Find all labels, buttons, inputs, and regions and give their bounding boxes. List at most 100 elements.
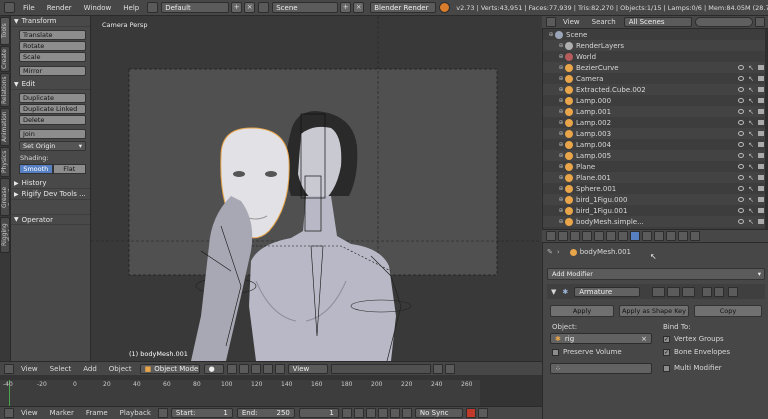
- renderable-camera-icon[interactable]: [758, 208, 764, 213]
- renderable-camera-icon[interactable]: [758, 120, 764, 125]
- layers-grid[interactable]: [330, 363, 431, 374]
- outliner-row[interactable]: ⊕ bird_1Figu.000 ↖: [543, 194, 768, 205]
- scene-tab-icon[interactable]: [582, 231, 592, 241]
- mirror-button[interactable]: Mirror: [19, 66, 86, 76]
- jump-start-icon[interactable]: [341, 408, 352, 418]
- selectable-cursor-icon[interactable]: ↖: [748, 75, 754, 83]
- clear-icon[interactable]: ×: [641, 335, 647, 343]
- snap-icon[interactable]: [432, 363, 443, 374]
- expand-icon[interactable]: ⊕: [557, 97, 565, 104]
- menu-search[interactable]: Search: [586, 18, 622, 26]
- renderable-camera-icon[interactable]: [758, 175, 764, 180]
- display-mode-select[interactable]: All Scenes: [623, 17, 692, 27]
- rotate-icon[interactable]: [262, 363, 273, 374]
- apply-as-shape-key-button[interactable]: Apply as Shape Key: [619, 305, 689, 317]
- expand-icon[interactable]: ⊕: [557, 42, 565, 49]
- menu-select[interactable]: Select: [44, 365, 78, 373]
- expand-icon[interactable]: ⊕: [557, 218, 565, 225]
- material-tab-icon[interactable]: [654, 231, 664, 241]
- selectable-cursor-icon[interactable]: ↖: [748, 185, 754, 193]
- add-scene-button[interactable]: +: [340, 2, 352, 13]
- tab-physics[interactable]: Physics: [0, 147, 10, 177]
- visibility-eye-icon[interactable]: [738, 175, 744, 180]
- visibility-eye-icon[interactable]: [738, 87, 744, 92]
- play-reverse-icon[interactable]: [365, 408, 376, 418]
- delete-button[interactable]: Delete: [19, 115, 86, 125]
- start-frame-field[interactable]: Start: 1: [170, 408, 233, 418]
- render-tab-icon[interactable]: [558, 231, 568, 241]
- expand-icon[interactable]: ⊕: [557, 86, 565, 93]
- move-down-icon[interactable]: [714, 286, 725, 297]
- menu-file[interactable]: File: [17, 4, 41, 12]
- rotate-button[interactable]: Rotate: [19, 41, 86, 51]
- selectable-cursor-icon[interactable]: ↖: [748, 207, 754, 215]
- menu-window[interactable]: Window: [78, 4, 118, 12]
- renderable-camera-icon[interactable]: [758, 153, 764, 158]
- menu-help[interactable]: Help: [117, 4, 145, 12]
- tab-relations[interactable]: Relations: [0, 73, 10, 107]
- visibility-eye-icon[interactable]: [738, 131, 744, 136]
- menu-view[interactable]: View: [15, 409, 44, 417]
- preserve-volume-checkbox[interactable]: Preserve Volume: [552, 348, 622, 356]
- outliner-row[interactable]: ⊕ bird_1Figu.001 ↖: [543, 205, 768, 216]
- renderable-camera-icon[interactable]: [758, 131, 764, 136]
- prev-key-icon[interactable]: [353, 408, 364, 418]
- visibility-eye-icon[interactable]: [738, 186, 744, 191]
- outliner-search-input[interactable]: [694, 17, 753, 27]
- pin-icon[interactable]: ✎: [547, 248, 553, 256]
- collapse-icon[interactable]: ▼: [551, 288, 556, 296]
- menu-frame[interactable]: Frame: [80, 409, 114, 417]
- selectable-cursor-icon[interactable]: ↖: [748, 141, 754, 149]
- end-frame-field[interactable]: End: 250: [236, 408, 295, 418]
- join-button[interactable]: Join: [19, 129, 86, 139]
- selectable-cursor-icon[interactable]: ↖: [748, 64, 754, 72]
- render-icon[interactable]: [444, 363, 455, 374]
- expand-icon[interactable]: ⊕: [547, 31, 555, 38]
- smooth-button[interactable]: Smooth: [19, 164, 53, 174]
- outliner-row[interactable]: ⊕ Extracted.Cube.002 ↖: [543, 84, 768, 95]
- transform-panel-header[interactable]: ▼ Transform: [11, 16, 90, 27]
- current-frame-field[interactable]: 1: [298, 408, 339, 418]
- expand-icon[interactable]: ⊕: [557, 163, 565, 170]
- tab-animation[interactable]: Animation: [0, 108, 10, 146]
- outliner-row[interactable]: ⊕ Plane.001 ↖: [543, 172, 768, 183]
- visibility-eye-icon[interactable]: [738, 65, 744, 70]
- add-modifier-dropdown[interactable]: Add Modifier ▾: [547, 268, 765, 280]
- outliner-row[interactable]: ⊕ Lamp.000 ↖: [543, 95, 768, 106]
- outliner-row[interactable]: ⊕ Lamp.003 ↖: [543, 128, 768, 139]
- timeline[interactable]: -40 -20 0 20 40 60 80 100 120 140 160 18…: [0, 375, 542, 406]
- renderable-camera-icon[interactable]: [758, 197, 764, 202]
- outliner-row[interactable]: ⊕ Scene: [543, 29, 768, 40]
- tab-grease-pencil[interactable]: Grease Pencil: [0, 178, 10, 216]
- search-icon[interactable]: [754, 17, 765, 27]
- visibility-eye-icon[interactable]: [738, 98, 744, 103]
- apply-button[interactable]: Apply: [550, 305, 614, 317]
- remove-scene-button[interactable]: ×: [353, 2, 365, 13]
- visibility-eye-icon[interactable]: [738, 208, 744, 213]
- flat-button[interactable]: Flat: [52, 164, 86, 174]
- tab-rigging-tool[interactable]: Rigging Tool: [0, 217, 10, 253]
- tab-tools[interactable]: Tools: [0, 17, 10, 45]
- shading-select[interactable]: ●: [203, 363, 224, 374]
- menu-view[interactable]: View: [15, 365, 44, 373]
- expand-icon[interactable]: ⊕: [557, 185, 565, 192]
- renderable-camera-icon[interactable]: [758, 142, 764, 147]
- outliner-row[interactable]: ⊕ Lamp.002 ↖: [543, 117, 768, 128]
- duplicate-button[interactable]: Duplicate: [19, 93, 86, 103]
- duplicate-linked-button[interactable]: Duplicate Linked: [19, 104, 86, 114]
- texture-tab-icon[interactable]: [666, 231, 676, 241]
- selectable-cursor-icon[interactable]: ↖: [748, 163, 754, 171]
- selectable-cursor-icon[interactable]: ↖: [748, 196, 754, 204]
- copy-button[interactable]: Copy: [694, 305, 762, 317]
- physics-tab-icon[interactable]: [690, 231, 700, 241]
- selectable-cursor-icon[interactable]: ↖: [748, 218, 754, 226]
- modifiers-tab-icon[interactable]: [630, 231, 640, 241]
- expand-icon[interactable]: ⊕: [557, 75, 565, 82]
- visibility-eye-icon[interactable]: [738, 109, 744, 114]
- object-field[interactable]: ✱ rig ×: [550, 333, 652, 344]
- pivot-icon[interactable]: [226, 363, 237, 374]
- visibility-eye-icon[interactable]: [738, 153, 744, 158]
- tab-create[interactable]: Create: [0, 46, 10, 72]
- outliner-row[interactable]: ⊕ Lamp.004 ↖: [543, 139, 768, 150]
- move-up-icon[interactable]: [702, 286, 713, 297]
